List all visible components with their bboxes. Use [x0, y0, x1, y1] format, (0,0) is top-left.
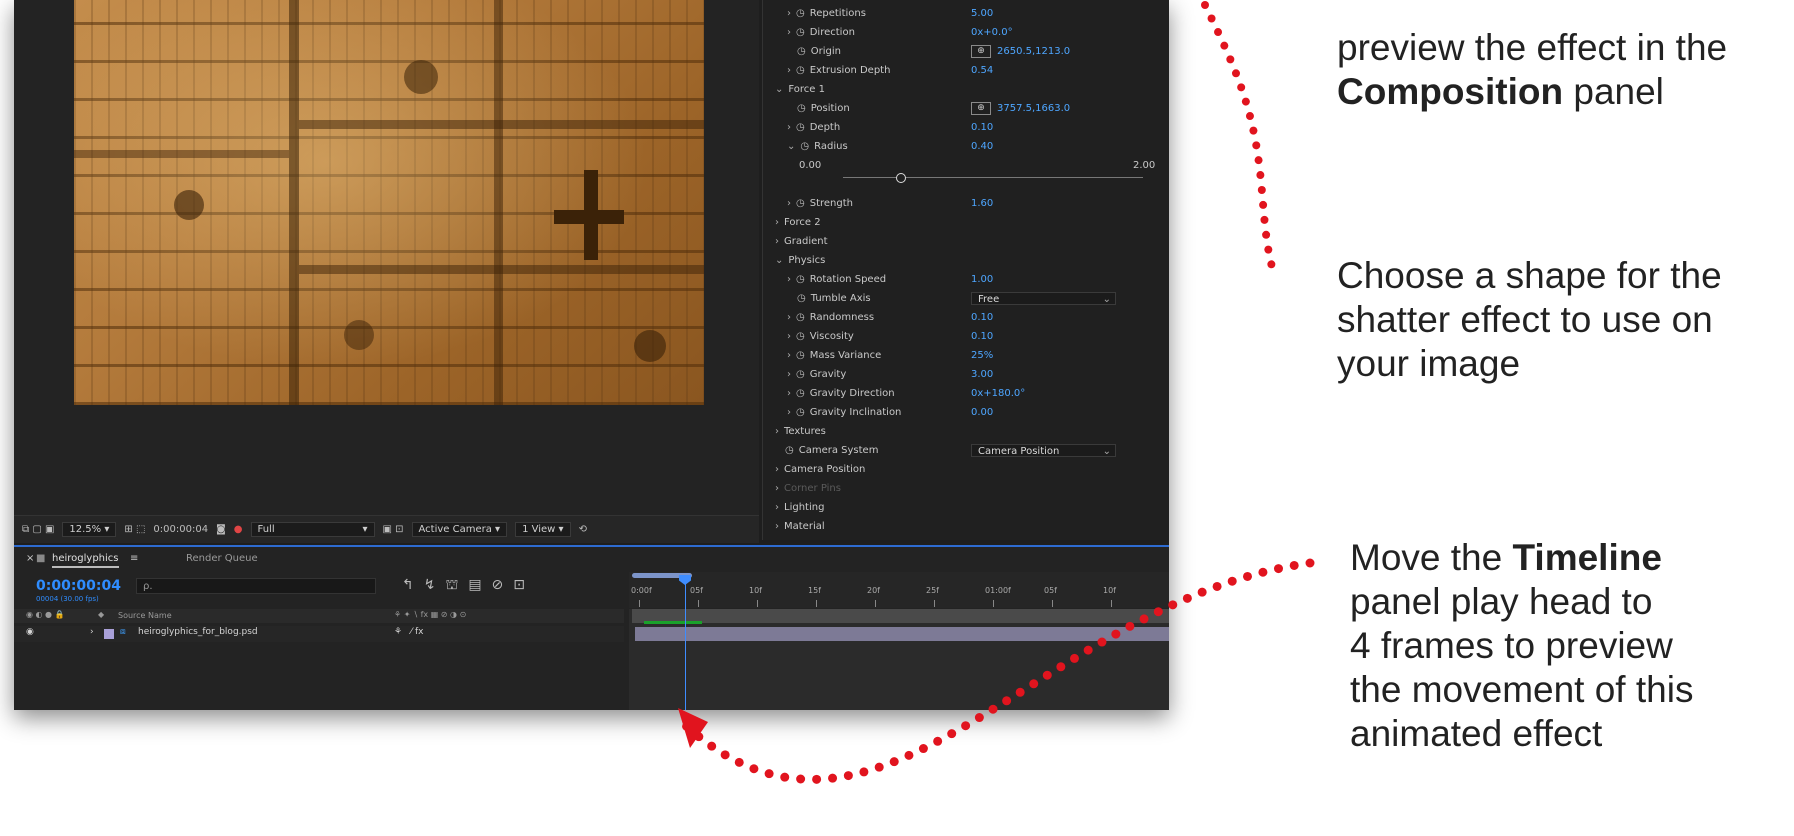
annotation-dot — [1242, 571, 1252, 581]
annotation-dot — [764, 769, 774, 779]
annotation-dot — [1260, 215, 1269, 224]
annotation-dot — [749, 764, 759, 774]
annotation-dot — [780, 772, 790, 782]
annotation-dot — [1212, 581, 1222, 591]
annotation-dot — [1237, 83, 1246, 92]
annotation-dot — [904, 750, 914, 760]
annotation-dot — [859, 767, 869, 777]
annotation-dot — [1259, 200, 1268, 209]
annotation-dot — [1015, 687, 1025, 697]
annotation-dot — [1111, 629, 1121, 639]
annotation-dot — [1056, 662, 1066, 672]
annotation-dot — [1214, 28, 1223, 37]
annotation-dot — [1227, 576, 1237, 586]
annotation-dot — [1249, 126, 1258, 135]
annotation-dot — [1153, 607, 1163, 617]
annotation-dot — [933, 736, 943, 746]
annotation-dot — [1069, 653, 1079, 663]
annotation-dot — [843, 771, 853, 781]
annotation-dot — [874, 762, 884, 772]
annotation-dot — [1273, 564, 1283, 574]
annotation-dot — [947, 729, 957, 739]
annotation-dot — [1207, 14, 1216, 23]
annotation-dot — [1252, 141, 1261, 150]
annotation-dot — [1231, 69, 1240, 78]
annotation-dot — [1097, 637, 1107, 647]
annotation-dot — [1201, 1, 1209, 9]
annotation-dot — [1262, 230, 1271, 239]
annotation-dot — [1245, 112, 1254, 121]
annotation-dot — [1256, 171, 1265, 180]
annotation-dot — [918, 744, 928, 754]
annotation-dot — [707, 741, 717, 751]
annotation-dot — [1083, 645, 1093, 655]
annotation-dot — [1029, 679, 1039, 689]
annotation-dot — [734, 757, 744, 767]
annotation-dot — [1267, 260, 1276, 269]
annotation-dot — [720, 750, 730, 760]
annotation-dot — [961, 721, 971, 731]
annotation-dot — [796, 774, 806, 784]
annotation-dot — [1241, 97, 1250, 106]
annotation-dot — [1182, 593, 1192, 603]
annotation-dot — [1305, 558, 1315, 568]
annotation-dot — [1254, 156, 1263, 165]
annotation-dot — [1289, 560, 1299, 570]
annotation-dot — [1220, 41, 1229, 50]
annotation-dot — [1002, 696, 1012, 706]
annotation-dot — [1168, 600, 1178, 610]
annotation-dot — [1042, 670, 1052, 680]
annotation-dot — [974, 713, 984, 723]
annotation-dot — [1264, 245, 1273, 254]
annotation-dot — [828, 773, 838, 783]
annotation-dot — [1125, 621, 1135, 631]
annotation-dotted-arrows — [678, 1, 1315, 784]
annotation-dot — [1197, 587, 1207, 597]
annotation-dot — [889, 757, 899, 767]
annotation-dot — [1226, 55, 1235, 64]
annotation-dot — [1258, 567, 1268, 577]
annotation-dot — [1139, 614, 1149, 624]
annotation-dot — [1257, 185, 1266, 194]
annotation-dot — [812, 774, 822, 784]
annotation-dot — [988, 704, 998, 714]
